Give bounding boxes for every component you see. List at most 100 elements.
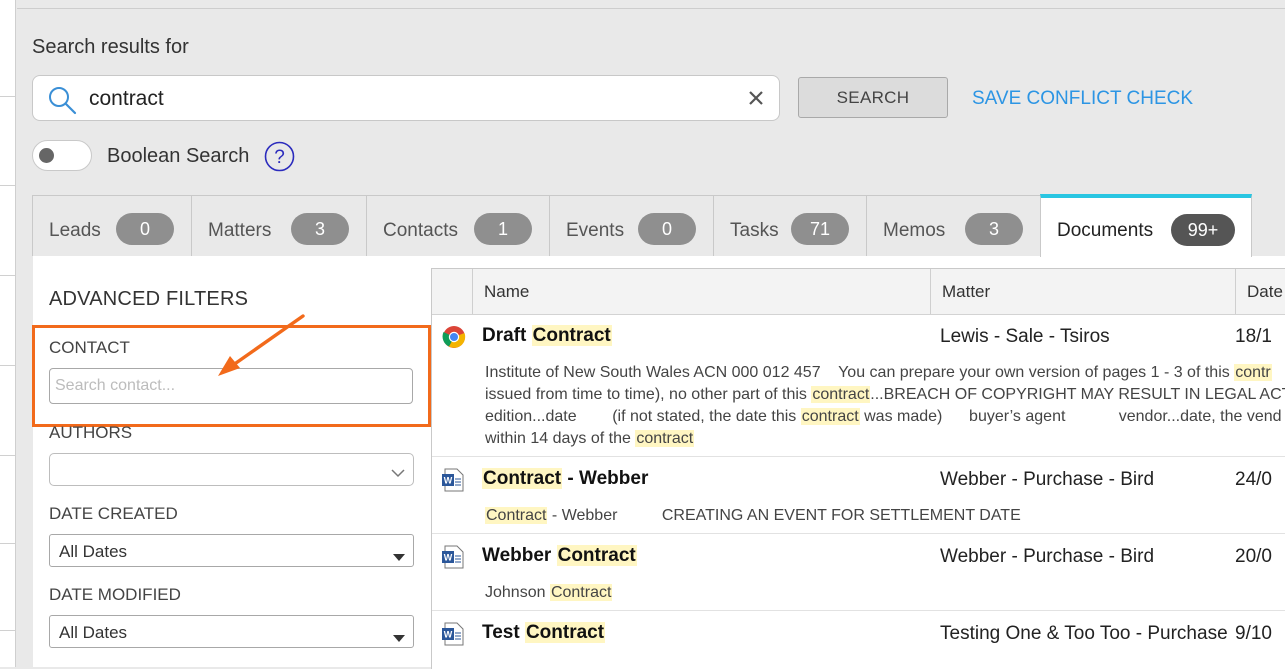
document-title[interactable]: Test Contract — [482, 622, 606, 644]
svg-text:W: W — [444, 630, 453, 640]
advanced-filters-title: ADVANCED FILTERS — [49, 288, 249, 310]
snippet-match: Contract — [549, 584, 613, 601]
search-button[interactable]: SEARCH — [798, 77, 948, 118]
sidebar-divider — [0, 630, 15, 631]
document-date: 18/1 — [1235, 326, 1272, 347]
left-sidebar-edge — [0, 0, 16, 667]
document-date: 20/0 — [1235, 546, 1272, 567]
snippet-line: within 14 days of the contract — [485, 428, 695, 450]
help-glyph: ? — [274, 147, 285, 168]
document-matter[interactable]: Testing One & Too Too - Purchase — [940, 623, 1228, 645]
sidebar-divider — [0, 365, 15, 366]
title-match: Contract — [482, 468, 563, 489]
title-match: Contract — [556, 545, 637, 566]
boolean-search-label: Boolean Search — [107, 145, 250, 167]
documents-grid: Name Matter Date Draft Contract Lewis - … — [431, 268, 1285, 669]
snippet-match: contract — [811, 386, 871, 403]
svg-text:W: W — [444, 553, 453, 563]
snippet-line: Contract - Webber CREATING AN EVENT FOR … — [485, 505, 1021, 527]
snippet-line: issued from time to time), no other part… — [485, 384, 1285, 406]
boolean-search-toggle[interactable] — [32, 140, 92, 171]
tab-documents[interactable]: Documents 99+ — [1040, 194, 1252, 257]
document-date: 9/10 — [1235, 623, 1272, 644]
help-icon[interactable]: ? — [264, 141, 295, 172]
word-doc-icon: W — [442, 468, 464, 497]
document-title[interactable]: Draft Contract — [482, 325, 612, 347]
count-badge: 3 — [965, 213, 1023, 245]
top-divider — [17, 8, 1285, 9]
column-label: Name — [484, 282, 530, 301]
date-modified-value: All Dates — [59, 623, 128, 642]
document-matter[interactable]: Lewis - Sale - Tsiros — [940, 326, 1110, 348]
column-header-date[interactable]: Date — [1236, 269, 1285, 314]
arrow-annotation-icon — [218, 314, 305, 376]
tab-events[interactable]: Events 0 — [549, 195, 714, 256]
sidebar-divider — [0, 275, 15, 276]
clear-icon[interactable] — [749, 91, 763, 110]
snippet-text: edition...date (if not stated, the date … — [485, 408, 801, 425]
tab-label: Matters — [208, 220, 272, 241]
snippet-text: within 14 days of the — [485, 430, 636, 447]
tab-label: Contacts — [383, 220, 458, 241]
date-created-label: DATE CREATED — [49, 504, 178, 523]
column-header-matter[interactable]: Matter — [931, 269, 1236, 314]
sidebar-divider — [0, 543, 15, 544]
document-matter[interactable]: Webber - Purchase - Bird — [940, 469, 1154, 491]
authors-filter-label: AUTHORS — [49, 423, 133, 442]
search-icon — [47, 85, 77, 120]
snippet-match: contr — [1234, 364, 1272, 381]
count-badge: 3 — [291, 213, 349, 245]
row-divider — [432, 533, 1285, 534]
tab-memos[interactable]: Memos 3 — [866, 195, 1041, 256]
tab-leads[interactable]: Leads 0 — [32, 195, 192, 256]
count-badge: 0 — [116, 213, 174, 245]
tab-label: Tasks — [730, 220, 779, 241]
count-badge: 99+ — [1171, 214, 1235, 246]
grid-header: Name Matter Date — [432, 269, 1285, 315]
snippet-match: Contract — [485, 507, 548, 524]
chrome-icon — [442, 325, 466, 354]
word-doc-icon: W — [442, 622, 464, 651]
column-header-name[interactable]: Name — [473, 269, 931, 314]
sidebar-divider — [0, 96, 15, 97]
chevron-down-icon — [391, 465, 405, 483]
column-label: Matter — [942, 282, 991, 301]
date-created-select[interactable]: All Dates — [49, 534, 414, 567]
document-title[interactable]: Webber Contract — [482, 545, 637, 567]
caret-down-icon — [393, 629, 405, 647]
snippet-line: edition...date (if not stated, the date … — [485, 406, 1282, 428]
snippet-text: Johnson — [485, 584, 550, 601]
row-divider — [432, 610, 1285, 611]
date-created-value: All Dates — [59, 542, 128, 561]
search-box[interactable] — [32, 75, 780, 121]
tab-contacts[interactable]: Contacts 1 — [366, 195, 550, 256]
word-doc-icon: W — [442, 545, 464, 574]
title-match: Contract — [531, 325, 612, 346]
save-conflict-check-link[interactable]: SAVE CONFLICT CHECK — [972, 88, 1193, 110]
tab-tasks[interactable]: Tasks 71 — [713, 195, 867, 256]
tab-label: Documents — [1057, 220, 1154, 241]
title-text: Draft — [482, 325, 532, 346]
document-title[interactable]: Contract - Webber — [482, 468, 648, 490]
authors-dropdown[interactable] — [49, 453, 414, 486]
title-text: Webber — [482, 545, 557, 566]
date-modified-label: DATE MODIFIED — [49, 585, 181, 604]
title-match: Contract — [524, 622, 606, 643]
snippet-match: contract — [800, 408, 860, 425]
document-matter[interactable]: Webber - Purchase - Bird — [940, 546, 1154, 568]
row-divider — [432, 456, 1285, 457]
snippet-line: Johnson Contract — [485, 582, 613, 604]
tab-matters[interactable]: Matters 3 — [191, 195, 367, 256]
snippet-text: ...BREACH OF COPYRIGHT MAY RESULT IN LEG… — [870, 386, 1285, 403]
search-input[interactable] — [87, 82, 731, 116]
svg-text:W: W — [444, 476, 453, 486]
search-results-label: Search results for — [32, 36, 189, 58]
date-modified-select[interactable]: All Dates — [49, 615, 414, 648]
icon-column-header — [432, 269, 473, 314]
toggle-knob — [39, 148, 54, 163]
tab-label: Leads — [49, 220, 101, 241]
count-badge: 1 — [474, 213, 532, 245]
snippet-text: issued from time to time), no other part… — [485, 386, 812, 403]
snippet-line: Institute of New South Wales ACN 000 012… — [485, 362, 1272, 384]
column-label: Date — [1247, 282, 1283, 301]
